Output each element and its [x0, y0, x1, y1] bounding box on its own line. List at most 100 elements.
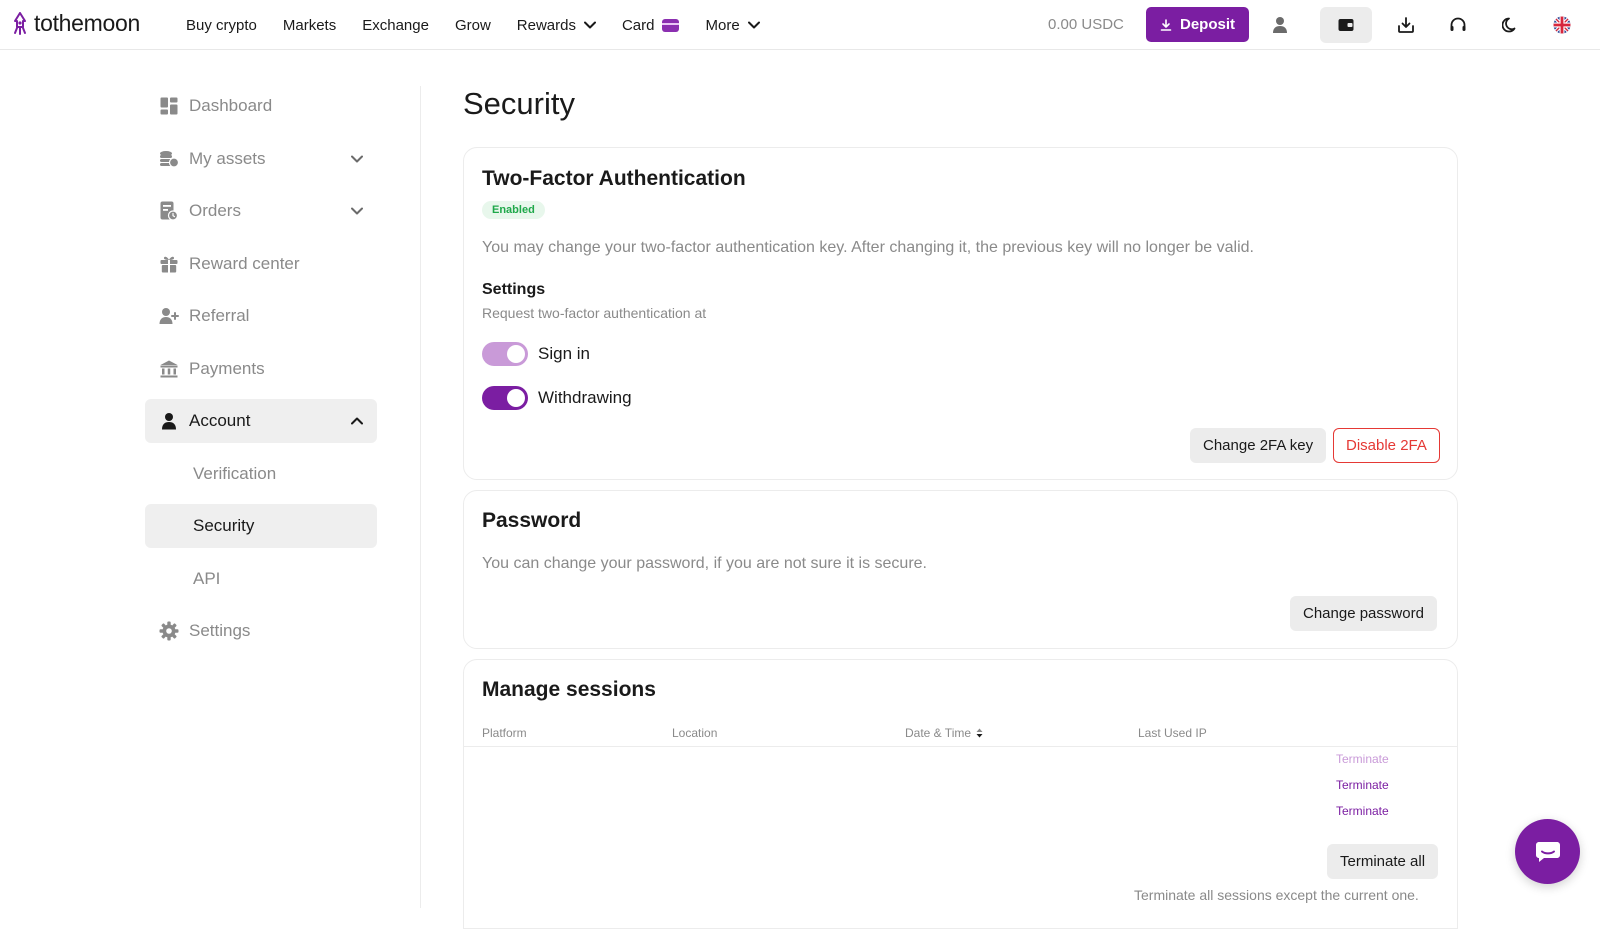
- change-2fa-key-button[interactable]: Change 2FA key: [1190, 428, 1327, 463]
- password-card: Password You can change your password, i…: [463, 490, 1458, 649]
- nav-label: Markets: [282, 16, 337, 34]
- terminate-session-link[interactable]: Terminate: [1336, 778, 1389, 792]
- settings-title: Settings: [482, 281, 546, 298]
- sidebar-item-orders[interactable]: Orders: [145, 189, 377, 233]
- table-header-divider: [464, 746, 1457, 747]
- two-factor-description: You may change your two-factor authentic…: [482, 239, 1254, 256]
- rocket-logo-icon: [14, 11, 26, 35]
- withdrawing-toggle[interactable]: [482, 386, 528, 410]
- chevron-up-icon: [351, 417, 363, 425]
- wallet-icon: [1338, 19, 1354, 31]
- nav-exchange[interactable]: Exchange: [362, 17, 429, 34]
- nav-label: Grow: [454, 16, 491, 34]
- sidebar-item-label: Referral: [189, 306, 250, 325]
- user-icon: [1273, 17, 1287, 33]
- sidebar-item-label: Account: [189, 411, 251, 430]
- logo-text: tothemoon: [34, 10, 140, 36]
- sessions-title: Manage sessions: [482, 678, 656, 701]
- language-button[interactable]: [1549, 12, 1575, 38]
- download-icon: [1160, 18, 1172, 31]
- deposit-button[interactable]: Deposit: [1146, 7, 1249, 42]
- status-badge: Enabled: [482, 201, 545, 219]
- person-icon: [159, 411, 179, 431]
- sidebar-subitem-security[interactable]: Security: [145, 504, 377, 548]
- profile-button[interactable]: [1267, 12, 1293, 38]
- password-title: Password: [482, 509, 582, 532]
- orders-icon: [159, 201, 179, 221]
- sidebar-item-account[interactable]: Account: [145, 399, 377, 443]
- sidebar-item-reward-center[interactable]: Reward center: [145, 242, 377, 286]
- sidebar-item-referral[interactable]: Referral: [145, 294, 377, 338]
- moon-icon: [1502, 17, 1516, 33]
- main-nav: Buy crypto Markets Exchange Grow Rewards…: [186, 0, 786, 50]
- credit-card-icon: [662, 18, 680, 32]
- sidebar-subitem-label: Verification: [193, 463, 277, 483]
- sign-in-toggle-row: Sign in: [482, 342, 590, 366]
- chevron-down-icon: [351, 207, 363, 215]
- terminate-all-note: Terminate all sessions except the curren…: [1134, 887, 1419, 903]
- column-header-location: Location: [672, 726, 718, 740]
- wallet-button[interactable]: [1320, 7, 1372, 43]
- sidebar-item-settings[interactable]: Settings: [145, 609, 377, 653]
- password-description: You can change your password, if you are…: [482, 555, 927, 572]
- sessions-card: Manage sessions Platform Location Date &…: [463, 659, 1458, 929]
- nav-label: Card: [621, 16, 655, 34]
- change-password-button[interactable]: Change password: [1290, 596, 1437, 631]
- download-icon: [1398, 17, 1414, 33]
- sort-icon: [976, 728, 983, 738]
- dashboard-icon: [159, 96, 179, 116]
- gear-icon: [159, 621, 179, 641]
- sidebar-item-dashboard[interactable]: Dashboard: [145, 84, 377, 128]
- sidebar-item-label: My assets: [189, 148, 266, 168]
- sidebar-item-label: Payments: [189, 358, 265, 378]
- theme-toggle-button[interactable]: [1497, 12, 1523, 38]
- nav-label: Buy crypto: [186, 16, 257, 34]
- deposit-label: Deposit: [1179, 16, 1235, 33]
- sidebar-item-payments[interactable]: Payments: [145, 347, 377, 391]
- add-user-icon: [159, 306, 179, 326]
- two-factor-card: Two-Factor Authentication Enabled You ma…: [463, 147, 1458, 480]
- nav-label: Rewards: [516, 16, 576, 34]
- page-title: Security: [463, 86, 575, 121]
- balance-display: 0.00 USDC: [1048, 16, 1124, 33]
- logo[interactable]: tothemoon: [12, 10, 140, 37]
- settings-subtitle: Request two-factor authentication at: [482, 305, 707, 321]
- sidebar-item-my-assets[interactable]: My assets: [145, 137, 377, 181]
- sidebar-item-label: Reward center: [189, 253, 300, 273]
- sign-in-toggle[interactable]: [482, 342, 528, 366]
- uk-flag-icon: [1553, 16, 1571, 34]
- bank-icon: [159, 359, 179, 379]
- sign-in-label: Sign in: [538, 344, 590, 363]
- terminate-session-link[interactable]: Terminate: [1336, 752, 1389, 766]
- toggle-knob: [507, 389, 525, 407]
- sidebar-subitem-label: Security: [193, 516, 255, 535]
- gift-icon: [159, 254, 179, 274]
- sidebar-divider: [420, 86, 421, 908]
- headset-icon: [1450, 17, 1466, 31]
- column-header-last-used-ip: Last Used IP: [1138, 726, 1207, 740]
- column-header-platform: Platform: [482, 726, 527, 740]
- nav-grow[interactable]: Grow: [455, 17, 491, 34]
- nav-buy-crypto[interactable]: Buy crypto: [186, 17, 257, 34]
- coins-icon: [159, 149, 179, 169]
- support-button[interactable]: [1445, 12, 1471, 38]
- sidebar-subitem-verification[interactable]: Verification: [145, 452, 377, 496]
- terminate-session-link[interactable]: Terminate: [1336, 804, 1389, 818]
- sidebar: Dashboard My assets Orders Reward center…: [145, 84, 377, 662]
- nav-more[interactable]: More: [705, 17, 760, 34]
- withdrawing-toggle-row: Withdrawing: [482, 386, 632, 410]
- nav-label: Exchange: [362, 16, 429, 34]
- column-header-date-time[interactable]: Date & Time: [905, 726, 983, 740]
- nav-rewards[interactable]: Rewards: [517, 17, 596, 34]
- withdrawing-label: Withdrawing: [538, 388, 632, 407]
- download-app-button[interactable]: [1393, 12, 1419, 38]
- nav-markets[interactable]: Markets: [283, 17, 336, 34]
- sidebar-subitem-label: API: [193, 568, 221, 588]
- nav-card[interactable]: Card: [622, 17, 680, 34]
- terminate-all-button[interactable]: Terminate all: [1327, 844, 1439, 879]
- disable-2fa-button[interactable]: Disable 2FA: [1333, 428, 1440, 463]
- sidebar-item-label: Orders: [189, 201, 241, 220]
- chat-support-button[interactable]: [1515, 819, 1580, 884]
- sidebar-subitem-api[interactable]: API: [145, 557, 377, 601]
- chevron-down-icon: [747, 21, 760, 29]
